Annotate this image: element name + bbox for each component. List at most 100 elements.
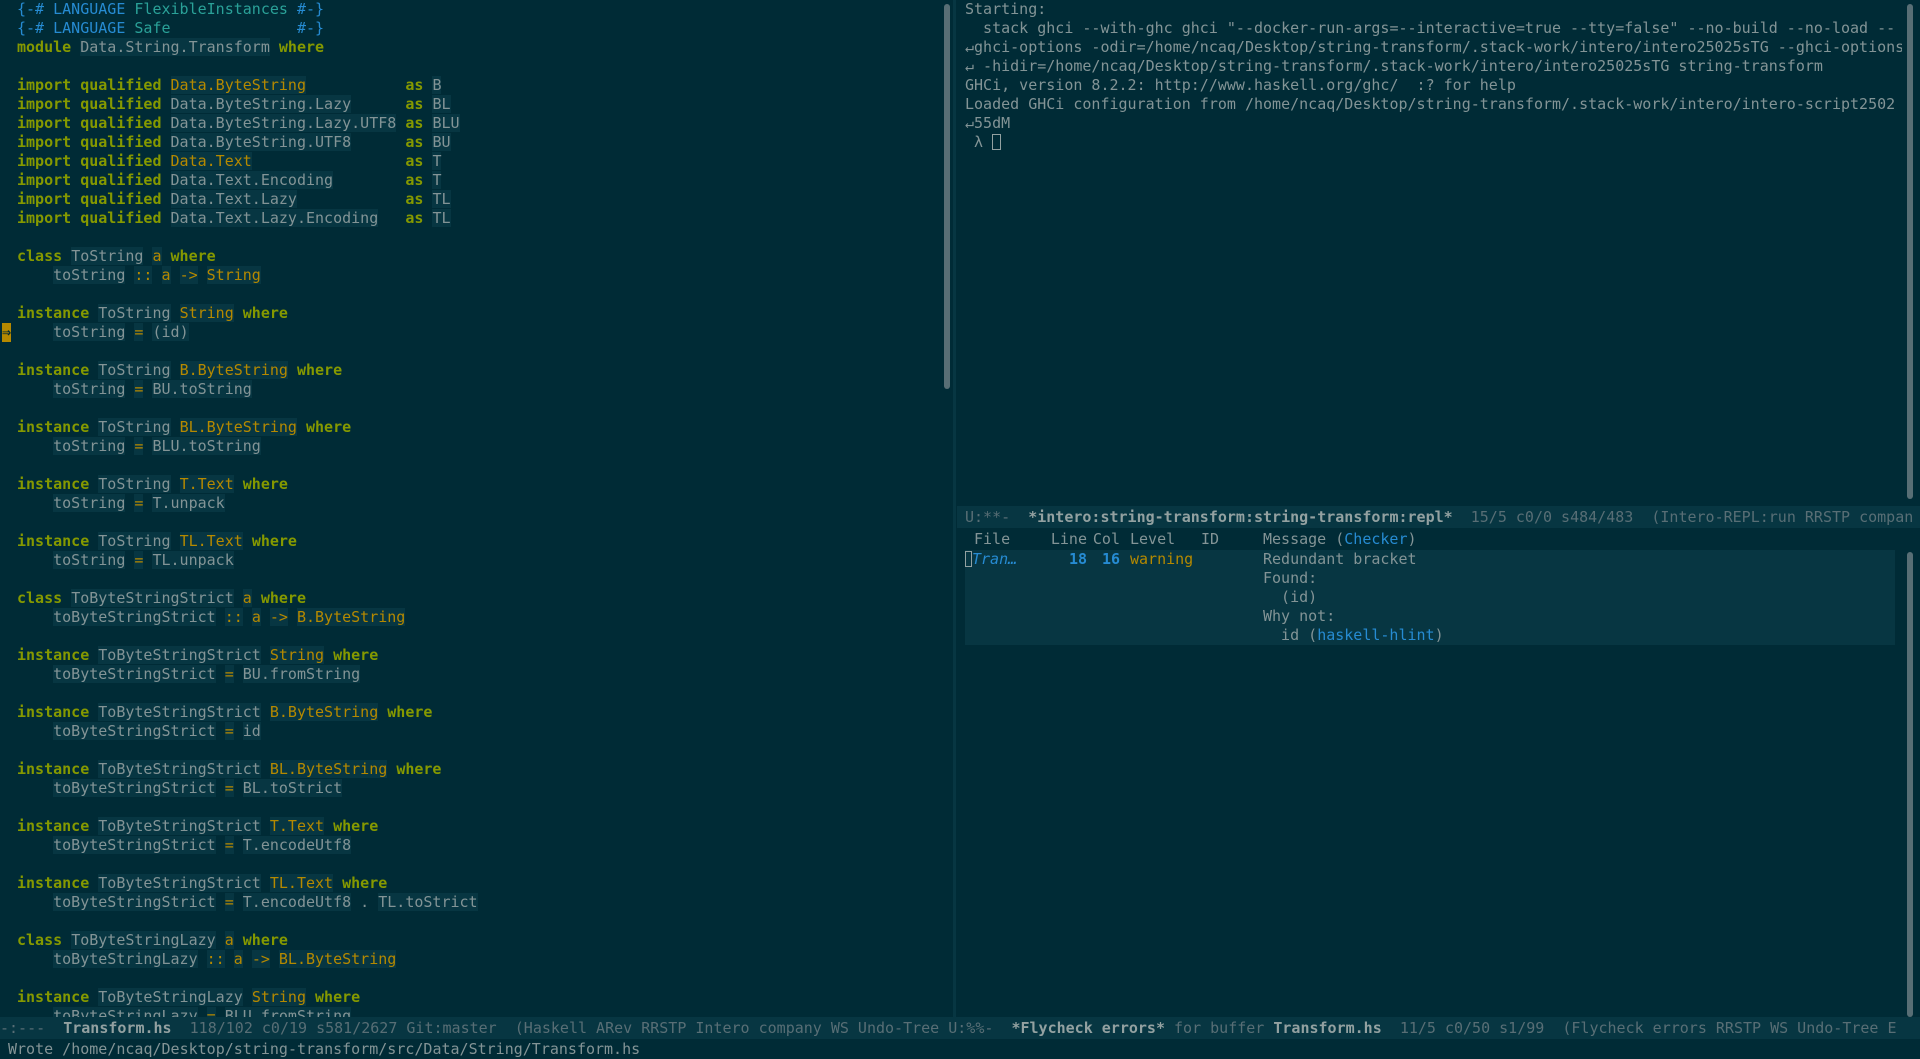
code-line[interactable]: class ToByteStringLazy a where — [0, 931, 941, 950]
code-editor-pane[interactable]: {-# LANGUAGE FlexibleInstances #-} {-# LA… — [0, 0, 941, 1017]
code-line[interactable]: import qualified Data.Text.Lazy.Encoding… — [0, 209, 941, 228]
repl-pane[interactable]: Starting: stack ghci --with-ghc ghci "--… — [957, 0, 1902, 506]
repl-output-line: Starting: — [965, 0, 1047, 18]
code-line[interactable]: toByteStringStrict = T.encodeUtf8 . TL.t… — [0, 893, 941, 912]
code-line[interactable] — [0, 855, 941, 874]
code-line[interactable] — [0, 684, 941, 703]
flycheck-modeline-label: for buffer — [1174, 1019, 1265, 1037]
column-header-message[interactable]: Message (Checker) — [1263, 528, 1417, 550]
flycheck-modeline-modes[interactable]: (Flycheck errors RRSTP WS Undo-Tree E — [1562, 1019, 1896, 1037]
code-line[interactable] — [0, 969, 941, 988]
column-header-id[interactable]: ID — [1201, 528, 1263, 550]
code-line[interactable]: instance ToByteStringStrict B.ByteString… — [0, 703, 941, 722]
modeline-modes[interactable]: (Intero-REPL:run RRSTP compan — [1651, 508, 1913, 526]
code-line[interactable] — [0, 513, 941, 532]
code-line[interactable]: instance ToByteStringStrict BL.ByteStrin… — [0, 760, 941, 779]
modeline-buffer-name[interactable]: *intero:string-transform:string-transfor… — [1028, 508, 1452, 526]
code-line[interactable]: {-# LANGUAGE FlexibleInstances #-} — [0, 0, 941, 19]
code-line[interactable]: import qualified Data.ByteString.UTF8 as… — [0, 133, 941, 152]
flycheck-modeline-target[interactable]: Transform.hs — [1273, 1019, 1381, 1037]
error-row[interactable]: Tran… 18 16 warning Redundant bracket Fo… — [965, 550, 1895, 645]
code-line[interactable] — [0, 285, 941, 304]
code-line[interactable] — [0, 399, 941, 418]
code-line[interactable] — [0, 456, 941, 475]
code-line[interactable]: import qualified Data.Text.Encoding as T — [0, 171, 941, 190]
error-line[interactable]: 18 — [1046, 550, 1087, 645]
flycheck-errors-pane[interactable]: File Line Col Level ID Message (Checker)… — [957, 528, 1902, 1017]
code-line[interactable]: instance ToByteStringStrict TL.Text wher… — [0, 874, 941, 893]
checker-link[interactable]: haskell-hlint — [1317, 626, 1434, 644]
message-line: Redundant bracket — [1263, 550, 1417, 568]
flycheck-modeline-buffer[interactable]: *Flycheck errors* — [1011, 1019, 1165, 1037]
repl-scrollbar[interactable] — [1904, 0, 1916, 506]
column-header-line[interactable]: Line — [1046, 528, 1087, 550]
code-line[interactable] — [0, 570, 941, 589]
scrollbar-thumb[interactable] — [1907, 552, 1913, 1017]
repl-output: Starting: stack ghci --with-ghc ghci "--… — [957, 0, 1902, 133]
scrollbar-thumb[interactable] — [944, 4, 950, 389]
code-line[interactable]: instance ToString BL.ByteString where — [0, 418, 941, 437]
code-line[interactable] — [0, 57, 941, 76]
code-line[interactable]: import qualified Data.ByteString.Lazy.UT… — [0, 114, 941, 133]
column-header-col[interactable]: Col — [1087, 528, 1120, 550]
code-lines[interactable]: {-# LANGUAGE FlexibleInstances #-} {-# LA… — [0, 0, 941, 1017]
modeline-position: 15/5 c0/0 s484/483 — [1470, 508, 1634, 526]
repl-prompt-line[interactable]: λ — [957, 133, 1902, 152]
flycheck-modeline-status: U:%%- — [948, 1019, 994, 1037]
code-line[interactable]: toString = T.unpack — [0, 494, 941, 513]
lambda-prompt-icon: λ — [974, 133, 984, 151]
code-line[interactable]: toString :: a -> String — [0, 266, 941, 285]
code-line[interactable] — [0, 342, 941, 361]
code-line[interactable]: instance ToString TL.Text where — [0, 532, 941, 551]
code-line[interactable]: toByteStringStrict :: a -> B.ByteString — [0, 608, 941, 627]
code-line[interactable]: toByteStringStrict = T.encodeUtf8 — [0, 836, 941, 855]
code-line[interactable]: toByteStringStrict = BL.toStrict — [0, 779, 941, 798]
error-message[interactable]: Redundant bracket Found: (id) Why not: i… — [1263, 550, 1444, 645]
code-line[interactable]: {-# LANGUAGE Safe #-} — [0, 19, 941, 38]
code-line[interactable]: instance ToString T.Text where — [0, 475, 941, 494]
code-line[interactable]: toString = BLU.toString — [0, 437, 941, 456]
repl-output-line: ↵ -hidir=/home/ncaq/Desktop/string-trans… — [965, 57, 1823, 75]
code-line[interactable]: import qualified Data.ByteString as B — [0, 76, 941, 95]
error-file[interactable]: Tran… — [965, 550, 1046, 645]
scrollbar-thumb[interactable] — [1907, 4, 1913, 499]
code-line[interactable]: import qualified Data.ByteString.Lazy as… — [0, 95, 941, 114]
code-line[interactable] — [0, 798, 941, 817]
code-line[interactable] — [0, 627, 941, 646]
flycheck-scrollbar[interactable] — [1904, 552, 1916, 1017]
code-line[interactable]: toString = TL.unpack — [0, 551, 941, 570]
window-divider[interactable] — [953, 0, 956, 1017]
repl-output-line: ↵ghci-options -odir=/home/ncaq/Desktop/s… — [965, 38, 1902, 56]
checker-header[interactable]: Checker — [1344, 530, 1407, 548]
message-line: id (haskell-hlint) — [1263, 626, 1444, 644]
code-line[interactable]: module Data.String.Transform where — [0, 38, 941, 57]
code-line[interactable]: toByteStringLazy = BLU.fromString — [0, 1007, 941, 1017]
code-line[interactable]: instance ToByteStringLazy String where — [0, 988, 941, 1007]
modeline-buffer-name[interactable]: Transform.hs — [63, 1019, 171, 1037]
code-line[interactable]: instance ToString String where — [0, 304, 941, 323]
echo-area: Wrote /home/ncaq/Desktop/string-transfor… — [8, 1040, 641, 1058]
column-header-level[interactable]: Level — [1120, 528, 1201, 550]
code-line[interactable]: instance ToByteStringStrict String where — [0, 646, 941, 665]
modeline-modes[interactable]: (Haskell ARev RRSTP Intero company WS Un… — [515, 1019, 939, 1037]
code-editor-scrollbar[interactable] — [941, 0, 953, 1017]
code-line[interactable]: class ToString a where — [0, 247, 941, 266]
code-line[interactable] — [0, 912, 941, 931]
code-line[interactable]: toString = BU.toString — [0, 380, 941, 399]
error-col[interactable]: 16 — [1087, 550, 1120, 645]
flycheck-modeline-position: 11/5 c0/50 s1/99 — [1399, 1019, 1545, 1037]
code-line[interactable]: toByteStringStrict = BU.fromString — [0, 665, 941, 684]
code-line[interactable] — [0, 741, 941, 760]
code-line[interactable]: toByteStringStrict = id — [0, 722, 941, 741]
code-line[interactable]: class ToByteStringStrict a where — [0, 589, 941, 608]
code-line[interactable]: import qualified Data.Text.Lazy as TL — [0, 190, 941, 209]
code-line[interactable]: import qualified Data.Text as T — [0, 152, 941, 171]
code-line[interactable]: toByteStringLazy :: a -> BL.ByteString — [0, 950, 941, 969]
code-line[interactable]: toString = (id) ⇒ — [0, 323, 941, 342]
code-line[interactable]: instance ToString B.ByteString where — [0, 361, 941, 380]
repl-modeline[interactable]: U:**- *intero:string-transform:string-tr… — [957, 506, 1920, 528]
main-modeline[interactable]: -:--- Transform.hs 118/102 c0/19 s581/26… — [0, 1017, 1920, 1039]
code-line[interactable] — [0, 228, 941, 247]
code-line[interactable]: instance ToByteStringStrict T.Text where — [0, 817, 941, 836]
column-header-file[interactable]: File — [974, 528, 1046, 550]
